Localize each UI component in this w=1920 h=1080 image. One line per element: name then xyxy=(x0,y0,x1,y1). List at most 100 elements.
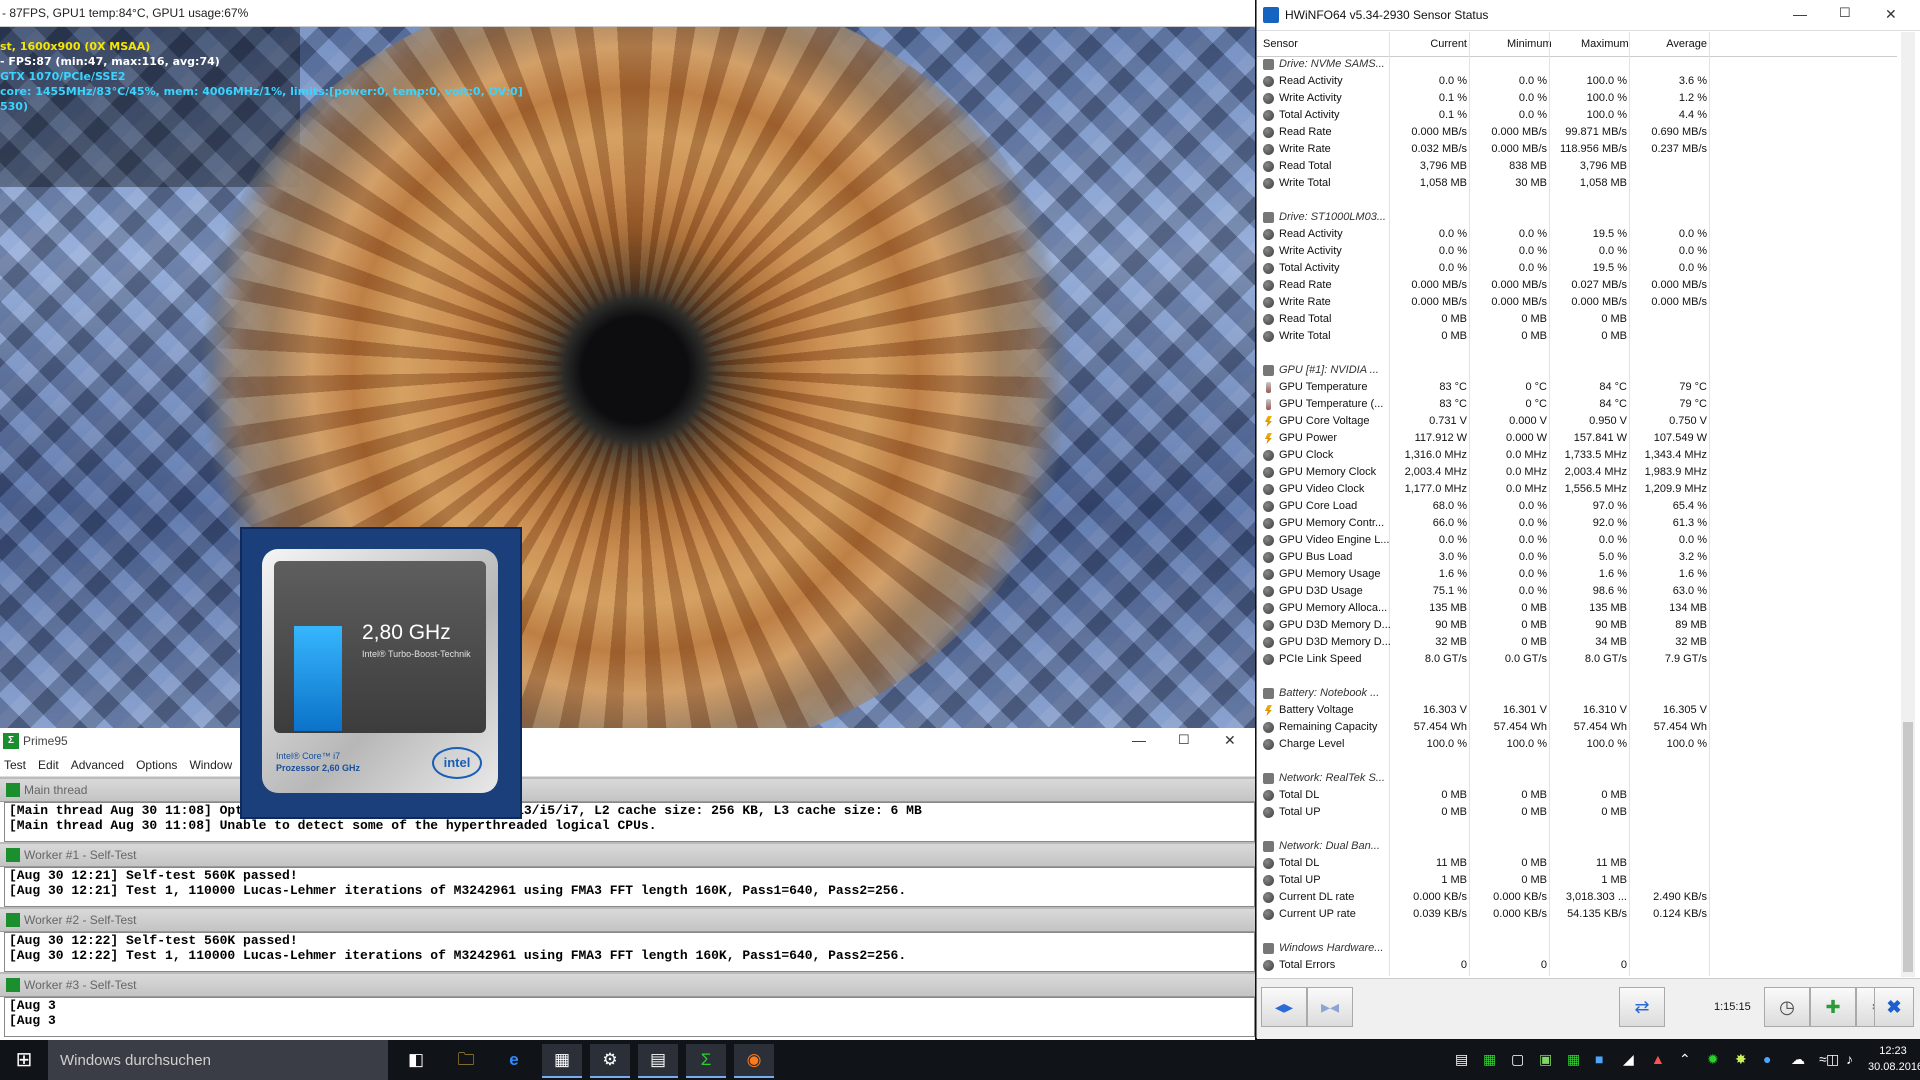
pane-worker-3[interactable]: Worker #3 - Self-Test [Aug 3 [Aug 3 xyxy=(0,972,1255,1037)
sensor-row[interactable]: GPU D3D Memory D... 32 MB 0 MB 34 MB 32 MB xyxy=(1257,634,1897,651)
minimize-icon[interactable]: — xyxy=(1793,6,1807,22)
sensor-row[interactable]: GPU Temperature (... 83 °C 0 °C 84 °C 79 °C xyxy=(1257,396,1897,413)
menu-options[interactable]: Options xyxy=(136,758,177,772)
maximize-icon[interactable]: ☐ xyxy=(1839,5,1851,21)
log-file-icon[interactable]: ✚ xyxy=(1810,987,1856,1027)
pane-header[interactable]: Worker #3 - Self-Test xyxy=(0,974,1255,997)
edge-browser-icon[interactable]: e xyxy=(494,1044,534,1076)
pane-log[interactable]: [Aug 30 12:22] Self-test 560K passed! [A… xyxy=(4,932,1255,972)
hwinfo-titlebar[interactable]: HWiNFO64 v5.34-2930 Sensor Status xyxy=(1257,0,1920,31)
sensor-row[interactable]: GPU Bus Load 3.0 % 0.0 % 5.0 % 3.2 % xyxy=(1257,549,1897,566)
sensor-row[interactable]: Write Activity 0.1 % 0.0 % 100.0 % 1.2 % xyxy=(1257,90,1897,107)
sensor-row[interactable]: Write Rate 0.032 MB/s 0.000 MB/s 118.956 MB… xyxy=(1257,141,1897,158)
taskbar-app-hwinfo-icon[interactable]: ▤ xyxy=(638,1044,678,1078)
sensor-row[interactable]: Total DL 11 MB 0 MB 11 MB xyxy=(1257,855,1897,872)
col-average[interactable]: Average xyxy=(1663,38,1707,50)
sensor-row[interactable]: PCIe Link Speed 8.0 GT/s 0.0 GT/s 8.0 GT/s 7… xyxy=(1257,651,1897,668)
show-hidden-icons-icon[interactable]: ⌃ xyxy=(1679,1051,1691,1068)
sensor-row[interactable]: GPU Video Engine L... 0.0 % 0.0 % 0.0 % 0.0 … xyxy=(1257,532,1897,549)
sensor-group-header[interactable]: Drive: NVMe SAMS... xyxy=(1257,56,1897,73)
tray-app-icon[interactable]: ▲ xyxy=(1651,1051,1665,1067)
taskbar-clock[interactable]: 12:23 30.08.2016 xyxy=(1868,1043,1920,1075)
col-sensor[interactable]: Sensor xyxy=(1263,38,1298,50)
sensor-row[interactable]: GPU Memory Alloca... 135 MB 0 MB 135 MB 134 … xyxy=(1257,600,1897,617)
nav-next-icon[interactable]: ▸◂ xyxy=(1307,987,1353,1027)
close-icon[interactable]: ✕ xyxy=(1885,6,1897,23)
sensor-row[interactable]: Charge Level 100.0 % 100.0 % 100.0 % 100.0 % xyxy=(1257,736,1897,753)
sensor-row[interactable]: Read Total 3,796 MB 838 MB 3,796 MB xyxy=(1257,158,1897,175)
pane-worker-1[interactable]: Worker #1 - Self-Test [Aug 30 12:21] Sel… xyxy=(0,842,1255,907)
sensor-row[interactable]: Total UP 0 MB 0 MB 0 MB xyxy=(1257,804,1897,821)
tray-app-icon[interactable]: ■ xyxy=(1595,1051,1603,1067)
maximize-icon[interactable]: ☐ xyxy=(1178,732,1190,748)
col-minimum[interactable]: Minimum xyxy=(1507,38,1552,50)
taskbar-search[interactable]: Windows durchsuchen xyxy=(48,1040,388,1080)
onedrive-icon[interactable]: ☁ xyxy=(1791,1051,1805,1068)
sensor-row[interactable]: Total UP 1 MB 0 MB 1 MB xyxy=(1257,872,1897,889)
tray-app-icon[interactable]: ● xyxy=(1763,1051,1771,1067)
sensor-row[interactable]: Battery Voltage 16.303 V 16.301 V 16.310 V 1… xyxy=(1257,702,1897,719)
sensor-row[interactable]: Total Activity 0.1 % 0.0 % 100.0 % 4.4 % xyxy=(1257,107,1897,124)
sensor-row[interactable]: Remaining Capacity 57.454 Wh 57.454 Wh 57.4… xyxy=(1257,719,1897,736)
taskbar-app-furmark-icon[interactable]: ◉ xyxy=(734,1044,774,1078)
sensor-group-header[interactable]: Drive: ST1000LM03... xyxy=(1257,209,1897,226)
turbo-boost-monitor[interactable]: 2,80 GHz Intel® Turbo-Boost-Technik Inte… xyxy=(240,527,522,819)
sensor-row[interactable]: Read Rate 0.000 MB/s 0.000 MB/s 99.871 MB/s… xyxy=(1257,124,1897,141)
sensor-row[interactable]: GPU Memory Clock 2,003.4 MHz 0.0 MHz 2,003.… xyxy=(1257,464,1897,481)
network-icon[interactable]: ⇄ xyxy=(1619,987,1665,1027)
pane-log[interactable]: [Main thread Aug 30 11:08] Optimizing fo… xyxy=(4,802,1255,842)
tray-app-icon[interactable]: ✸ xyxy=(1735,1051,1747,1068)
menu-edit[interactable]: Edit xyxy=(38,758,59,772)
sensor-row[interactable]: GPU Memory Usage 1.6 % 0.0 % 1.6 % 1.6 % xyxy=(1257,566,1897,583)
sensor-row[interactable]: GPU Memory Contr... 66.0 % 0.0 % 92.0 % 61.3… xyxy=(1257,515,1897,532)
folder-icon[interactable]: 🗀 xyxy=(446,1044,486,1076)
sensor-group-header[interactable]: Battery: Notebook ... xyxy=(1257,685,1897,702)
sensor-row[interactable]: Write Total 1,058 MB 30 MB 1,058 MB xyxy=(1257,175,1897,192)
sensor-table-body[interactable]: Drive: NVMe SAMS... Read Activity 0.0 % 0.0… xyxy=(1257,56,1897,976)
clock-reset-icon[interactable]: ◷ xyxy=(1764,987,1810,1027)
tray-app-icon[interactable]: ▤ xyxy=(1455,1051,1468,1068)
tray-app-icon[interactable]: ◢ xyxy=(1623,1051,1634,1068)
sensor-row[interactable]: Read Total 0 MB 0 MB 0 MB xyxy=(1257,311,1897,328)
menu-advanced[interactable]: Advanced xyxy=(71,758,124,772)
pane-worker-2[interactable]: Worker #2 - Self-Test [Aug 30 12:22] Sel… xyxy=(0,907,1255,972)
pane-log[interactable]: [Aug 3 [Aug 3 xyxy=(4,997,1255,1037)
tray-app-icon[interactable]: ▢ xyxy=(1511,1051,1524,1068)
col-maximum[interactable]: Maximum xyxy=(1581,38,1629,50)
menu-test[interactable]: Test xyxy=(4,758,26,772)
sensor-row[interactable]: Write Total 0 MB 0 MB 0 MB xyxy=(1257,328,1897,345)
menu-window[interactable]: Window xyxy=(189,758,232,772)
tray-app-icon[interactable]: ▣ xyxy=(1539,1051,1552,1068)
sensor-row[interactable]: Total Activity 0.0 % 0.0 % 19.5 % 0.0 % xyxy=(1257,260,1897,277)
hwinfo-window[interactable]: HWiNFO64 v5.34-2930 Sensor Status — ☐ ✕ … xyxy=(1256,0,1920,1039)
taskbar-app-calculator-icon[interactable]: ▦ xyxy=(542,1044,582,1078)
tray-hwinfo-icon[interactable]: ▦ xyxy=(1483,1051,1496,1068)
taskbar-app-tool-icon[interactable]: ⚙ xyxy=(590,1044,630,1078)
pane-header[interactable]: Worker #1 - Self-Test xyxy=(0,844,1255,867)
pane-header[interactable]: Main thread xyxy=(0,779,1255,802)
vertical-scrollbar[interactable] xyxy=(1901,32,1915,977)
volume-icon[interactable]: ♪ xyxy=(1846,1051,1853,1067)
pane-header[interactable]: Worker #2 - Self-Test xyxy=(0,909,1255,932)
sensor-row[interactable]: GPU D3D Usage 75.1 % 0.0 % 98.6 % 63.0 % xyxy=(1257,583,1897,600)
sensor-row[interactable]: Total DL 0 MB 0 MB 0 MB xyxy=(1257,787,1897,804)
sensor-row[interactable]: GPU Temperature 83 °C 0 °C 84 °C 79 °C xyxy=(1257,379,1897,396)
sensor-row[interactable]: GPU Core Load 68.0 % 0.0 % 97.0 % 65.4 % xyxy=(1257,498,1897,515)
sensor-row[interactable]: Read Rate 0.000 MB/s 0.000 MB/s 0.027 MB/s 0… xyxy=(1257,277,1897,294)
prime95-titlebar[interactable]: Σ Prime95 xyxy=(0,728,1255,754)
sensor-row[interactable]: Current DL rate 0.000 KB/s 0.000 KB/s 3,018… xyxy=(1257,889,1897,906)
sensor-row[interactable]: Read Activity 0.0 % 0.0 % 19.5 % 0.0 % xyxy=(1257,226,1897,243)
minimize-icon[interactable]: — xyxy=(1132,732,1146,748)
sensor-group-header[interactable]: Windows Hardware... xyxy=(1257,940,1897,957)
sensor-row[interactable]: GPU Core Voltage 0.731 V 0.000 V 0.950 V 0.7… xyxy=(1257,413,1897,430)
sensor-row[interactable]: Write Activity 0.0 % 0.0 % 0.0 % 0.0 % xyxy=(1257,243,1897,260)
sensor-group-header[interactable]: GPU [#1]: NVIDIA ... xyxy=(1257,362,1897,379)
close-sensor-icon[interactable]: ✖ xyxy=(1874,987,1914,1027)
sensor-row[interactable]: Current UP rate 0.039 KB/s 0.000 KB/s 54.13… xyxy=(1257,906,1897,923)
sensor-row[interactable]: GPU Power 117.912 W 0.000 W 157.841 W 107.54… xyxy=(1257,430,1897,447)
col-current[interactable]: Current xyxy=(1427,38,1467,50)
nav-prev-icon[interactable]: ◂▸ xyxy=(1261,987,1307,1027)
battery-icon[interactable]: ◫ xyxy=(1826,1051,1839,1068)
sensor-row[interactable]: GPU Video Clock 1,177.0 MHz 0.0 MHz 1,556.5… xyxy=(1257,481,1897,498)
task-view-icon[interactable]: ◧ xyxy=(396,1044,436,1076)
